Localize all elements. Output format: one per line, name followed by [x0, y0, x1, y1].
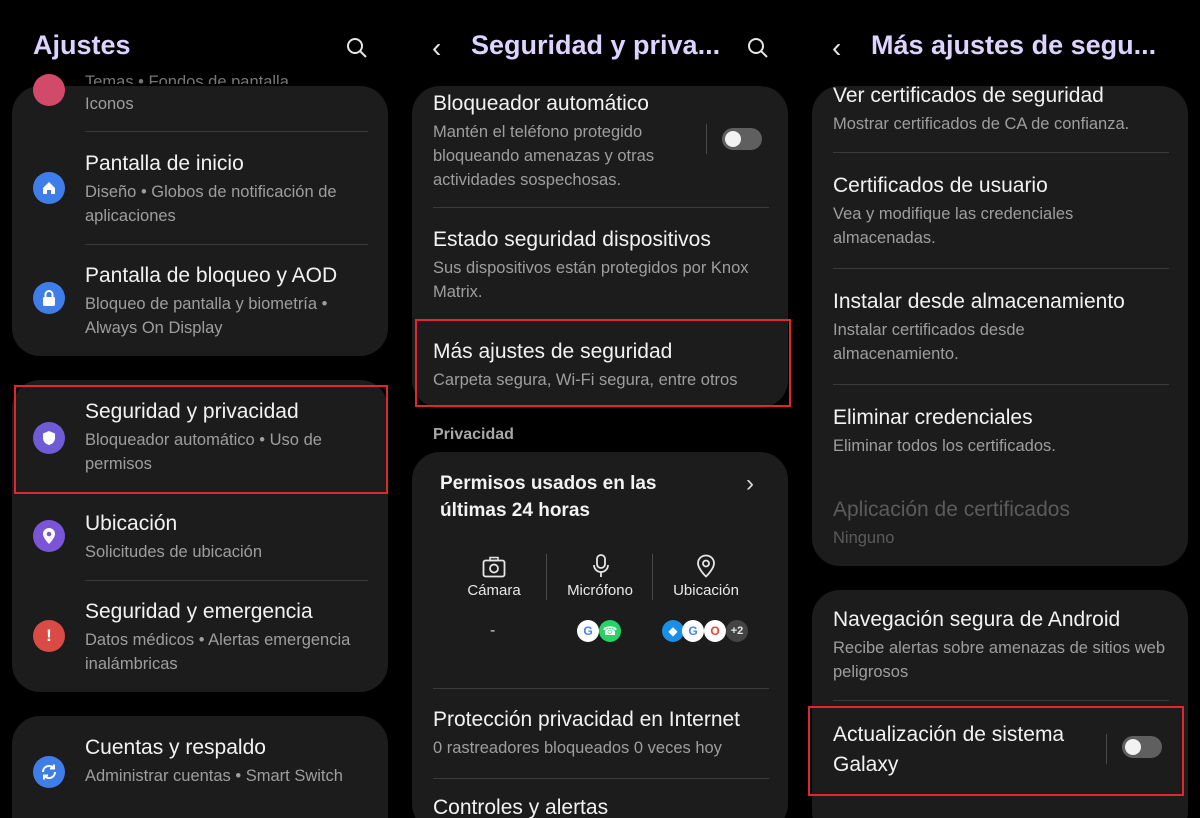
list-item-certificados-usuario[interactable]: Certificados de usuario Vea y modifique … [812, 164, 1188, 254]
list-item-subtitle: Bloqueo de pantalla y biometría • Always… [85, 295, 328, 337]
whatsapp-app-icon: ☎ [599, 620, 621, 642]
list-item-title: Bloqueador automático [433, 92, 649, 115]
list-item-subtitle: Instalar certificados desde almacenamien… [833, 321, 1025, 363]
app-icon: ◆ [662, 620, 684, 642]
page-title: Ajustes [33, 30, 131, 60]
highlight-box [415, 319, 791, 407]
list-item-eliminar-credenciales[interactable]: Eliminar credenciales Eliminar todos los… [812, 396, 1188, 466]
list-item-title: Ubicación [85, 512, 178, 535]
list-item-title: Instalar desde almacenamiento [833, 290, 1125, 313]
list-item-title: Cuentas y respaldo [85, 736, 266, 759]
more-security-panel: ‹ Más ajustes de segu... Ver certificado… [800, 0, 1200, 818]
list-item-subtitle: Recibe alertas sobre amenazas de sitios … [833, 639, 1166, 681]
camera-label: Cámara [467, 582, 521, 599]
list-item-subtitle: Administrar cuentas • Smart Switch [85, 767, 343, 785]
list-item-title: Pantalla de bloqueo y AOD [85, 264, 338, 287]
list-item-aplicacion-certificados: Aplicación de certificados Ninguno [812, 488, 1188, 558]
search-icon[interactable] [346, 37, 368, 59]
camera-icon [482, 556, 506, 578]
camera-apps: - [490, 622, 496, 639]
list-item-subtitle: Mostrar certificados de CA de confianza. [833, 115, 1130, 133]
list-item-proteccion-internet[interactable]: Protección privacidad en Internet 0 rast… [412, 698, 788, 772]
list-item-subtitle: Solicitudes de ubicación [85, 543, 263, 561]
list-item-bloqueador[interactable]: Bloqueador automático Mantén el teléfono… [412, 86, 788, 200]
list-item-title: Pantalla de inicio [85, 152, 244, 175]
security-privacy-panel: ‹ Seguridad y priva... Bloqueador automá… [400, 0, 800, 818]
list-item-title: Aplicación de certificados [833, 498, 1070, 521]
list-item-title: Protección privacidad en Internet [433, 708, 741, 731]
list-item-subtitle: Mantén el teléfono protegido bloqueando … [433, 123, 655, 189]
search-icon[interactable] [747, 37, 769, 59]
list-item-title: Eliminar credenciales [833, 406, 1033, 429]
app-icon: O [704, 620, 726, 642]
list-item-title: Ver certificados de seguridad [833, 84, 1104, 107]
list-item-pantalla-inicio[interactable]: Pantalla de inicio Diseño • Globos de no… [12, 140, 388, 240]
google-app-icon: G [577, 620, 599, 642]
google-app-icon: G [682, 620, 704, 642]
list-item-pantalla-bloqueo[interactable]: Pantalla de bloqueo y AOD Bloqueo de pan… [12, 252, 388, 352]
list-item-title: Navegación segura de Android [833, 608, 1121, 631]
list-item-ver-certificados[interactable]: Ver certificados de seguridad Mostrar ce… [812, 76, 1188, 146]
location-icon [697, 554, 715, 578]
themes-icon [33, 74, 65, 106]
microphone-icon [593, 554, 609, 577]
list-item-title: Seguridad y emergencia [85, 600, 313, 623]
back-button[interactable]: ‹ [432, 32, 441, 64]
list-item-subtitle: Sus dispositivos están protegidos por Kn… [433, 259, 749, 301]
page-title: Seguridad y priva... [471, 30, 721, 60]
more-apps-badge: +2 [726, 620, 748, 642]
bloqueador-toggle[interactable] [722, 128, 762, 150]
sync-icon [33, 756, 65, 788]
list-item-controles-alertas[interactable]: Controles y alertas [412, 786, 788, 818]
list-item-subtitle: 0 rastreadores bloqueados 0 veces hoy [433, 739, 722, 757]
list-item-subtitle: Diseño • Globos de notificación de aplic… [85, 183, 337, 225]
lock-icon [33, 282, 65, 314]
list-item-title: Estado seguridad dispositivos [433, 228, 711, 251]
settings-panel: Ajustes Temas • Fondos de pantalla Icono… [0, 0, 400, 818]
highlight-box [14, 385, 388, 494]
chevron-right-icon[interactable]: › [746, 470, 754, 498]
location-pin-icon [33, 520, 65, 552]
highlight-box [808, 706, 1184, 796]
list-item-navegacion-segura[interactable]: Navegación segura de Android Recibe aler… [812, 598, 1188, 694]
list-item-seguridad-emergencia[interactable]: ! Seguridad y emergencia Datos médicos •… [12, 588, 388, 688]
page-title: Más ajustes de segu... [871, 30, 1157, 60]
location-label: Ubicación [673, 582, 739, 599]
home-icon [33, 172, 65, 204]
list-item-subtitle: Iconos [85, 95, 134, 113]
list-item-instalar-almacenamiento[interactable]: Instalar desde almacenamiento Instalar c… [812, 280, 1188, 370]
list-item-estado-seguridad[interactable]: Estado seguridad dispositivos Sus dispos… [412, 218, 788, 308]
list-item-subtitle: Ninguno [833, 529, 895, 547]
alert-icon: ! [33, 620, 65, 652]
list-item-title: Certificados de usuario [833, 174, 1048, 197]
back-button[interactable]: ‹ [832, 32, 841, 64]
permissions-widget[interactable]: Permisos usados en las últimas 24 horas … [412, 452, 788, 682]
list-item-subtitle: Datos médicos • Alertas emergencia inalá… [85, 631, 351, 673]
microphone-label: Micrófono [567, 582, 633, 599]
list-item-subtitle: Vea y modifique las credenciales almacen… [833, 205, 1074, 247]
list-item-subtitle: Eliminar todos los certificados. [833, 437, 1056, 455]
list-item-cuentas-respaldo[interactable]: Cuentas y respaldo Administrar cuentas •… [12, 724, 388, 818]
section-header: Privacidad [433, 426, 514, 443]
list-item-themes-top: Temas • Fondos de pantalla [85, 73, 289, 84]
list-item-title: Controles y alertas [433, 796, 609, 818]
widget-title: Permisos usados en las últimas 24 horas [440, 473, 657, 521]
list-item-ubicacion[interactable]: Ubicación Solicitudes de ubicación [12, 500, 388, 576]
